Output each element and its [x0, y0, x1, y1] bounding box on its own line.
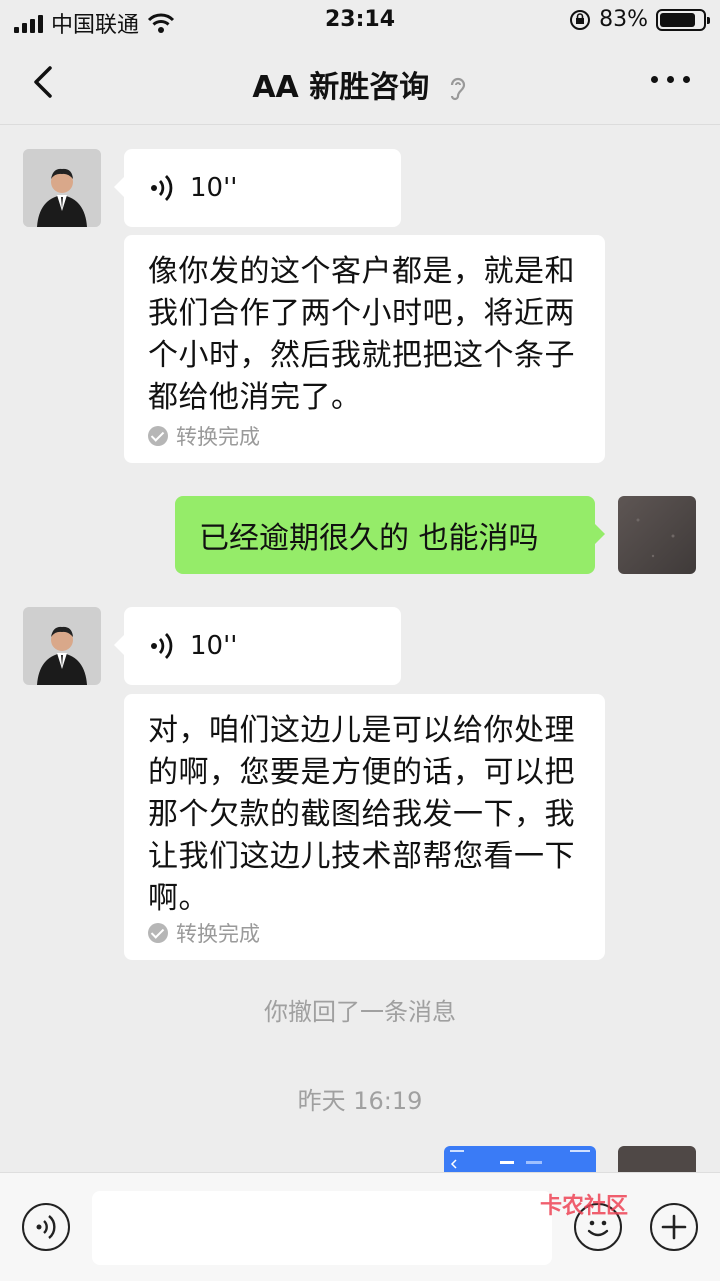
- voice-wave-icon: [151, 633, 173, 659]
- message-text: 已经逾期很久的 也能消吗: [199, 521, 539, 556]
- transcription-status: 转换完成: [176, 425, 260, 449]
- watermark: 卡农社区: [540, 1194, 629, 1219]
- battery-percent: 83%: [599, 7, 648, 32]
- status-bar: 中国联通 23:14 83%: [0, 0, 720, 40]
- chat-title: AA 新胜咨询: [0, 62, 720, 106]
- contact-avatar[interactable]: [23, 149, 101, 227]
- transcription-text: 对，咱们这边儿是可以给你处理的啊，您要是方便的话，可以把那个欠款的截图给我发一下…: [148, 713, 575, 916]
- transcription-status: 转换完成: [176, 922, 260, 946]
- earpiece-icon: [450, 77, 465, 100]
- transcription-text: 像你发的这个客户都是，就是和我们合作了两个小时吧，将近两个小时，然后我就把把这个…: [148, 254, 575, 415]
- voice-wave-icon: [36, 1215, 56, 1239]
- voice-duration: 10'': [190, 173, 238, 203]
- add-more-button[interactable]: [650, 1203, 698, 1251]
- rotation-lock-icon: [570, 9, 591, 30]
- more-menu-icon[interactable]: [651, 76, 690, 83]
- voice-message[interactable]: 10'': [114, 149, 401, 227]
- outgoing-text-message[interactable]: 已经逾期很久的 也能消吗: [175, 496, 605, 574]
- voice-transcription[interactable]: 对，咱们这边儿是可以给你处理的啊，您要是方便的话，可以把那个欠款的截图给我发一下…: [124, 694, 605, 960]
- recall-notice: 你撤回了一条消息: [264, 998, 456, 1026]
- check-icon: [148, 923, 168, 943]
- battery-icon: [656, 8, 710, 31]
- plus-icon: [661, 1214, 687, 1240]
- voice-message[interactable]: 10'': [114, 607, 401, 685]
- nav-bar: AA 新胜咨询: [0, 40, 720, 125]
- chat-title-text: AA 新胜咨询: [252, 70, 430, 105]
- check-icon: [148, 426, 168, 446]
- contact-avatar[interactable]: [23, 607, 101, 685]
- voice-wave-icon: [151, 175, 173, 201]
- timestamp-divider: 昨天 16:19: [297, 1087, 423, 1115]
- voice-input-button[interactable]: [22, 1203, 70, 1251]
- message-input[interactable]: [92, 1191, 552, 1265]
- my-avatar[interactable]: [618, 496, 696, 574]
- voice-transcription[interactable]: 像你发的这个客户都是，就是和我们合作了两个小时吧，将近两个小时，然后我就把把这个…: [124, 235, 605, 463]
- voice-duration: 10'': [190, 631, 238, 661]
